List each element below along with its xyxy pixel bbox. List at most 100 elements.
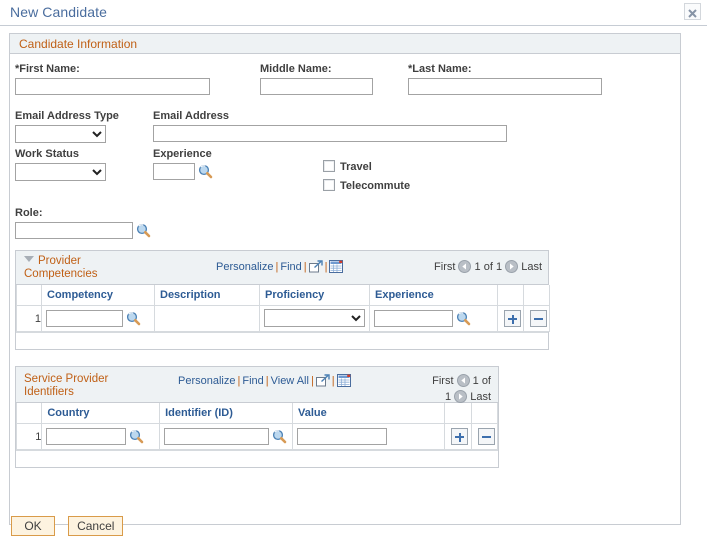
competencies-first-link[interactable]: First: [434, 261, 455, 273]
first-name-label: *First Name:: [15, 63, 80, 75]
identifiers-find-link[interactable]: Find: [242, 375, 263, 387]
magnifier-glyph: [273, 429, 287, 444]
role-input[interactable]: [15, 222, 133, 239]
identifiers-grid-nav: First 1 of 1 Last: [361, 374, 491, 406]
competencies-proficiency-cell: [259, 305, 370, 332]
close-icon[interactable]: [684, 3, 701, 20]
magnifier-glyph: [136, 223, 151, 238]
plus-v-bar: [511, 314, 514, 324]
competencies-add-cell: [497, 305, 524, 332]
competencies-header-row: Competency Description Proficiency Exper…: [16, 285, 550, 306]
competencies-col-add: [497, 285, 524, 306]
competency-experience-input[interactable]: [374, 310, 453, 327]
experience-label: Experience: [153, 148, 212, 160]
experience-input[interactable]: [153, 163, 195, 180]
competencies-last-link[interactable]: Last: [521, 261, 542, 273]
identifiers-col-add: [444, 403, 472, 424]
identifiers-grid-links: Personalize | Find | View All | |: [178, 374, 351, 390]
identifiers-remove-row-button[interactable]: [477, 428, 495, 445]
download-spreadsheet-glyph: [336, 374, 351, 387]
identifiers-row-counter-total: 1: [444, 391, 452, 403]
download-spreadsheet-icon[interactable]: [336, 374, 351, 390]
last-name-input[interactable]: [408, 78, 602, 95]
email-address-type-select[interactable]: [15, 125, 106, 143]
collapse-triangle-icon[interactable]: [24, 256, 34, 262]
minus-bar: [481, 436, 491, 438]
work-status-select[interactable]: [15, 163, 106, 181]
cancel-button[interactable]: Cancel: [68, 516, 124, 536]
identifier-magnifier-icon[interactable]: [272, 429, 287, 444]
travel-label: Travel: [340, 161, 372, 173]
identifiers-col-country: Country: [41, 403, 161, 424]
minus-bar: [534, 318, 543, 320]
competencies-description-cell: [154, 305, 260, 332]
telecommute-checkbox-row[interactable]: Telecommute: [323, 179, 410, 192]
competencies-grid-header: Provider Competencies Personalize | Find | …: [16, 251, 548, 285]
experience-magnifier-icon[interactable]: [198, 164, 213, 179]
magnifier-glyph: [130, 429, 144, 444]
candidate-information-groupbox: Candidate Information *First Name: Middl…: [9, 33, 681, 525]
identifiers-col-value: Value: [291, 403, 446, 424]
next-arrow-icon[interactable]: [505, 260, 519, 276]
proficiency-select[interactable]: [264, 309, 365, 327]
identifier-input[interactable]: [164, 428, 270, 445]
competencies-find-link[interactable]: Find: [280, 261, 301, 273]
competencies-grid-footer: [16, 332, 548, 349]
email-address-input[interactable]: [153, 125, 507, 142]
table-row: 1: [15, 423, 499, 450]
competency-experience-magnifier-icon[interactable]: [456, 311, 471, 326]
download-spreadsheet-icon[interactable]: [329, 260, 344, 276]
ok-button[interactable]: OK: [11, 516, 55, 536]
provider-competencies-grid: Provider Competencies Personalize | Find | …: [15, 250, 550, 350]
action-button-bar: OK Cancel: [11, 516, 133, 536]
competencies-add-row-button[interactable]: [504, 310, 521, 327]
competencies-remove-cell: [523, 305, 550, 332]
competencies-col-description: Description: [154, 285, 260, 306]
travel-checkbox[interactable]: [323, 160, 335, 172]
telecommute-checkbox[interactable]: [323, 179, 335, 191]
competencies-personalize-link[interactable]: Personalize: [216, 261, 273, 273]
work-status-label: Work Status: [15, 148, 79, 160]
download-spreadsheet-glyph: [329, 260, 344, 273]
next-arrow-icon[interactable]: [454, 390, 468, 406]
identifiers-add-cell: [444, 423, 472, 450]
role-label: Role:: [15, 207, 43, 219]
identifiers-last-link[interactable]: Last: [470, 391, 491, 403]
previous-arrow-icon[interactable]: [456, 374, 470, 390]
identifiers-header-row: Country Identifier (ID) Value: [15, 403, 499, 424]
identifiers-table: Country Identifier (ID) Value 1: [15, 403, 499, 450]
competencies-col-proficiency: Proficiency: [259, 285, 370, 306]
previous-arrow-glyph: [456, 374, 470, 387]
identifier-value-input[interactable]: [296, 428, 387, 445]
telecommute-label: Telecommute: [340, 180, 411, 192]
identifiers-col-remove: [470, 403, 499, 424]
country-input[interactable]: [46, 428, 127, 445]
service-provider-identifiers-grid: Service Provider Identifiers Personalize…: [15, 366, 499, 468]
identifiers-add-row-button[interactable]: [451, 428, 469, 445]
role-magnifier-icon[interactable]: [136, 223, 151, 238]
identifiers-grid-header: Service Provider Identifiers Personalize…: [16, 367, 498, 403]
identifiers-view-all-link[interactable]: View All: [271, 375, 309, 387]
email-address-type-label: Email Address Type: [15, 110, 119, 122]
expand-window-icon[interactable]: [308, 260, 323, 276]
identifiers-first-link[interactable]: First: [432, 375, 453, 387]
previous-arrow-icon[interactable]: [458, 260, 472, 276]
competencies-col-experience: Experience: [369, 285, 498, 306]
close-glyph: [688, 8, 697, 18]
competency-input[interactable]: [46, 310, 123, 327]
page-titlebar: New Candidate: [0, 0, 707, 26]
competency-magnifier-icon[interactable]: [126, 311, 141, 326]
page-title: New Candidate: [10, 4, 108, 20]
first-name-input[interactable]: [15, 78, 210, 95]
identifiers-grid-footer: [16, 450, 498, 467]
competencies-competency-cell: [41, 305, 155, 332]
identifiers-country-cell: [41, 423, 161, 450]
country-magnifier-icon[interactable]: [129, 429, 144, 444]
identifiers-personalize-link[interactable]: Personalize: [178, 375, 235, 387]
competencies-remove-row-button[interactable]: [530, 310, 547, 327]
expand-window-glyph: [315, 374, 330, 387]
competencies-col-rownum: [16, 285, 42, 306]
travel-checkbox-row[interactable]: Travel: [323, 160, 372, 173]
middle-name-input[interactable]: [260, 78, 373, 95]
expand-window-icon[interactable]: [315, 374, 330, 390]
